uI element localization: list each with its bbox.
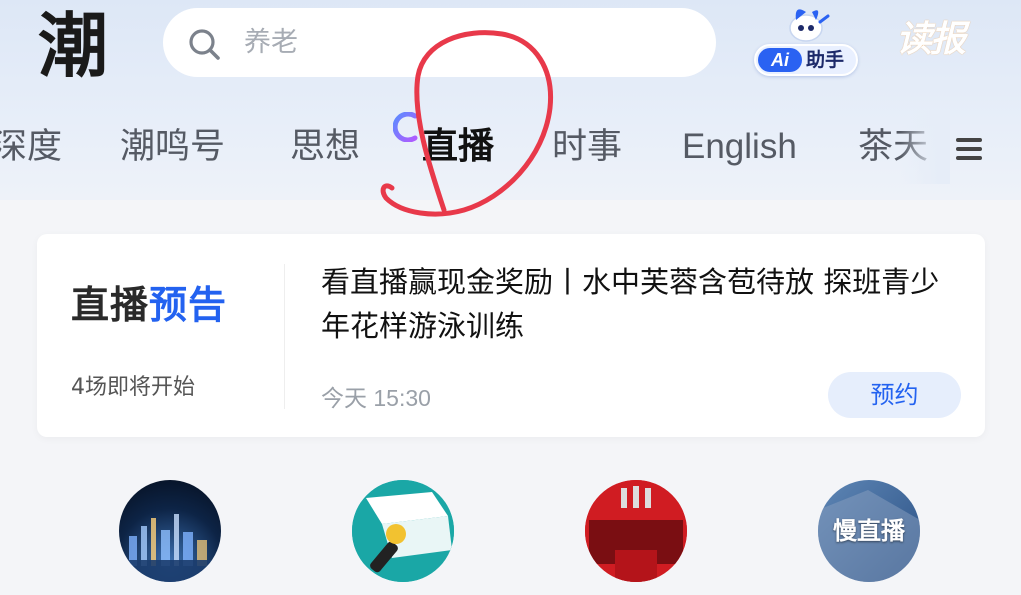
read-paper-button[interactable]: 读报 [896,12,988,68]
tab-current-affairs[interactable]: 时事 [552,110,622,184]
slow-live-thumbnail-icon[interactable]: 慢直播 [818,480,920,582]
live-start-time: 今天 15:30 [321,385,431,411]
card-divider [284,264,285,409]
live-preview-card[interactable]: 直播预告 4场即将开始 看直播赢现金奖励丨水中芙蓉含苞待放 探班青少年花样游泳训… [37,234,985,437]
live-indicator-icon [393,112,418,142]
read-paper-label: 读报 [896,19,966,60]
app-logo: 潮 [38,4,108,87]
live-preview-header: 直播预告 4场即将开始 [37,234,283,437]
upcoming-count: 4场即将开始 [71,375,195,400]
ai-helper-label: 助手 [806,49,845,71]
tab-depth[interactable]: 深度 [0,110,62,184]
tabs-fade-overlay [900,110,950,184]
tab-english[interactable]: English [682,110,797,184]
live-preview-title: 直播预告 [71,283,228,327]
tab-chaominghao[interactable]: 潮鸣号 [120,110,225,184]
city-night-thumbnail-icon[interactable] [119,480,221,582]
ai-badge: Ai [758,48,802,72]
slow-live-label: 慢直播 [833,517,905,545]
microphone-thumbnail-icon[interactable] [352,480,454,582]
search-bar[interactable]: 养老 [163,8,716,77]
search-placeholder: 养老 [244,27,298,58]
ai-helper-button[interactable]: Ai 助手 [752,2,862,80]
tab-thought[interactable]: 思想 [290,110,360,184]
search-icon [189,29,220,60]
reserve-button[interactable]: 预约 [828,372,961,418]
press-conference-podium-thumbnail-icon[interactable] [585,480,687,582]
live-headline[interactable]: 看直播赢现金奖励丨水中芙蓉含苞待放 探班青少年花样游泳训练 [321,260,961,348]
channel-tabs: 深度 潮鸣号 思想 直播 时事 English 茶天 [0,110,1021,184]
robot-mascot-icon [789,9,830,42]
tab-live[interactable]: 直播 [422,110,494,184]
channel-menu-icon[interactable] [952,128,988,168]
